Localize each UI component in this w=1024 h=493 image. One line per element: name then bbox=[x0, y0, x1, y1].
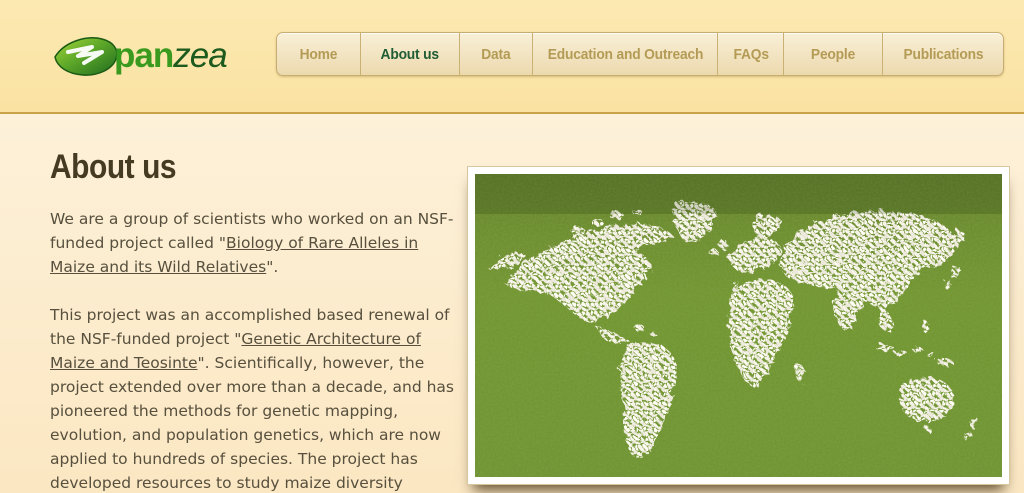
tab-faqs[interactable]: FAQs bbox=[718, 33, 784, 75]
about-text: We are a group of scientists who worked … bbox=[50, 207, 464, 493]
page-title: About us bbox=[50, 148, 176, 187]
tab-publications[interactable]: Publications bbox=[883, 33, 1003, 75]
tab-publications-label: Publications bbox=[903, 46, 983, 63]
paragraph-text: ". bbox=[266, 258, 278, 276]
tab-people-label: People bbox=[811, 46, 855, 63]
tab-about-us[interactable]: About us bbox=[361, 33, 460, 75]
tab-home[interactable]: Home bbox=[277, 33, 361, 75]
panzea-logo[interactable]: panzea bbox=[52, 33, 227, 79]
leaf-z-icon bbox=[52, 32, 122, 80]
world-map-kernels-graphic bbox=[475, 174, 1002, 477]
world-map-photo bbox=[467, 166, 1010, 485]
about-paragraph: This project was an accomplished based r… bbox=[50, 303, 464, 493]
about-paragraph: We are a group of scientists who worked … bbox=[50, 207, 464, 279]
tab-home-label: Home bbox=[300, 46, 338, 63]
tab-education-and-outreach[interactable]: Education and Outreach bbox=[533, 33, 718, 75]
tab-about-us-label: About us bbox=[381, 46, 439, 63]
main-nav: Home About us Data Education and Outreac… bbox=[276, 32, 1004, 76]
tab-education-and-outreach-label: Education and Outreach bbox=[547, 46, 702, 63]
site-header: panzea Home About us Data Education and … bbox=[0, 0, 1024, 114]
brand-name-bold: pan bbox=[114, 36, 173, 75]
tab-data-label: Data bbox=[481, 46, 510, 63]
tab-data[interactable]: Data bbox=[460, 33, 533, 75]
page: { "brand": { "name_bold": "pan", "name_i… bbox=[0, 0, 1024, 493]
tab-people[interactable]: People bbox=[784, 33, 883, 75]
tab-faqs-label: FAQs bbox=[733, 46, 768, 63]
brand-name: panzea bbox=[114, 36, 227, 76]
paragraph-text: ". Scientifically, however, the project … bbox=[50, 354, 454, 493]
brand-name-italic: zea bbox=[173, 36, 226, 75]
